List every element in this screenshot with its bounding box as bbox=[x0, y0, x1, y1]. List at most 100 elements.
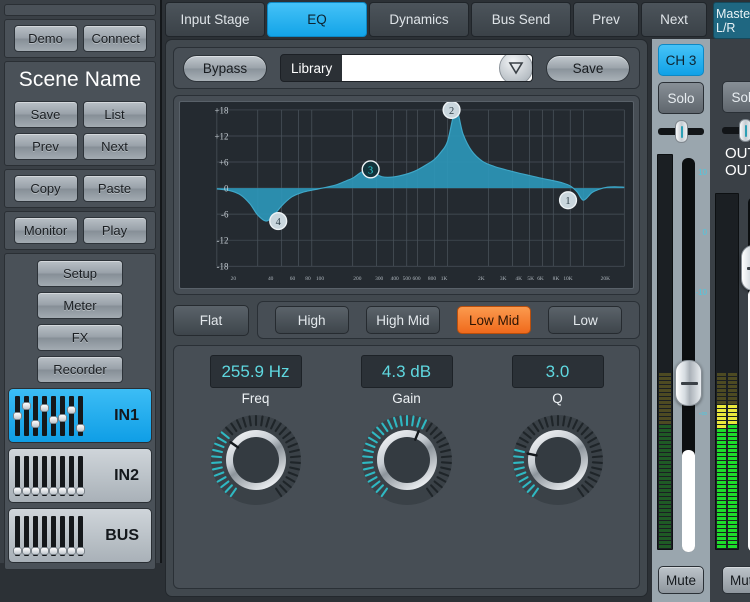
scene-name-label: Scene Name bbox=[11, 68, 149, 92]
clipboard-group: Copy Paste bbox=[4, 169, 156, 208]
svg-text:10K: 10K bbox=[563, 276, 572, 282]
chevron-down-icon[interactable] bbox=[499, 54, 533, 82]
band-high-button[interactable]: High bbox=[275, 306, 349, 334]
balance-knob[interactable] bbox=[739, 119, 750, 142]
channel-bank-bus[interactable]: BUS bbox=[8, 508, 152, 563]
q-value[interactable]: 3.0 bbox=[512, 355, 604, 388]
sidebar: Demo Connect Scene Name Save List Prev N… bbox=[0, 0, 162, 563]
band-high-mid-button[interactable]: High Mid bbox=[366, 306, 440, 334]
mini-faders-icon bbox=[15, 455, 83, 497]
meter-segment bbox=[717, 481, 737, 484]
library-selector[interactable]: Library bbox=[280, 54, 533, 82]
pan-knob[interactable] bbox=[675, 120, 688, 143]
channel-pan-slider[interactable] bbox=[658, 122, 704, 140]
setup-button[interactable]: Setup bbox=[37, 260, 123, 287]
channel-bank-label: IN1 bbox=[114, 407, 139, 425]
meter-segment bbox=[717, 469, 737, 472]
eq-panel: Bypass Library Save bbox=[165, 39, 648, 597]
meter-segment bbox=[659, 389, 671, 392]
meter-segment bbox=[659, 517, 671, 520]
master-fader-area: 10 0 -10 -∞ bbox=[710, 185, 750, 560]
tab-next[interactable]: Next bbox=[641, 2, 707, 37]
master-solo-button[interactable]: Solo bbox=[722, 81, 750, 113]
svg-text:3K: 3K bbox=[500, 276, 507, 282]
meter-segment bbox=[717, 473, 737, 476]
meter-segment bbox=[659, 461, 671, 464]
bypass-button[interactable]: Bypass bbox=[183, 55, 267, 82]
library-value-field[interactable] bbox=[342, 55, 532, 81]
save-button[interactable]: Save bbox=[546, 55, 630, 82]
meter-segment bbox=[659, 529, 671, 532]
meter-segment bbox=[659, 373, 671, 376]
q-knob[interactable] bbox=[510, 412, 606, 508]
meter-segment bbox=[717, 513, 737, 516]
meter-segment bbox=[717, 545, 737, 548]
content-area: Bypass Library Save bbox=[162, 39, 750, 602]
channel-select-button[interactable]: CH 3 bbox=[658, 44, 704, 76]
meter-segment bbox=[659, 409, 671, 412]
scene-list-button[interactable]: List bbox=[83, 101, 147, 128]
tab-bar: Input Stage EQ Dynamics Bus Send Prev Ne… bbox=[162, 0, 750, 39]
tab-input-stage[interactable]: Input Stage bbox=[165, 2, 265, 37]
tab-prev[interactable]: Prev bbox=[573, 2, 639, 37]
band-low-button[interactable]: Low bbox=[548, 306, 622, 334]
meter-segment bbox=[717, 421, 737, 424]
meter-segment bbox=[659, 521, 671, 524]
meter-segment bbox=[659, 485, 671, 488]
meter-segment bbox=[717, 441, 737, 444]
tab-bus-send[interactable]: Bus Send bbox=[471, 2, 571, 37]
freq-value[interactable]: 255.9 Hz bbox=[210, 355, 302, 388]
scene-next-button[interactable]: Next bbox=[83, 133, 147, 160]
svg-text:800: 800 bbox=[428, 276, 436, 282]
band-low-mid-button[interactable]: Low Mid bbox=[457, 306, 531, 334]
connect-button[interactable]: Connect bbox=[83, 25, 147, 52]
tab-master-lr[interactable]: Master L/R bbox=[713, 2, 750, 39]
gain-knob[interactable] bbox=[359, 412, 455, 508]
svg-text:+18: +18 bbox=[215, 105, 229, 115]
play-button[interactable]: Play bbox=[83, 217, 147, 244]
meter-segment bbox=[659, 481, 671, 484]
meter-segment bbox=[659, 545, 671, 548]
copy-button[interactable]: Copy bbox=[14, 175, 78, 202]
fx-button[interactable]: FX bbox=[37, 324, 123, 351]
meter-segment bbox=[659, 385, 671, 388]
svg-text:2: 2 bbox=[449, 106, 454, 117]
gain-value[interactable]: 4.3 dB bbox=[361, 355, 453, 388]
scene-save-button[interactable]: Save bbox=[14, 101, 78, 128]
paste-button[interactable]: Paste bbox=[83, 175, 147, 202]
meter-segment bbox=[717, 537, 737, 540]
svg-text:1K: 1K bbox=[441, 276, 448, 282]
monitor-button[interactable]: Monitor bbox=[14, 217, 78, 244]
transport-group: Monitor Play bbox=[4, 211, 156, 250]
freq-control: 255.9 Hz Freq bbox=[180, 355, 331, 582]
meter-segment bbox=[659, 505, 671, 508]
freq-knob[interactable] bbox=[208, 412, 304, 508]
gain-control: 4.3 dB Gain bbox=[331, 355, 482, 582]
meter-segment bbox=[659, 533, 671, 536]
meter-segment bbox=[717, 501, 737, 504]
tab-dynamics[interactable]: Dynamics bbox=[369, 2, 469, 37]
scene-prev-button[interactable]: Prev bbox=[14, 133, 78, 160]
channel-fader-scale: 10 0 -10 -∞ bbox=[686, 154, 708, 550]
meter-segment bbox=[659, 417, 671, 420]
master-balance-slider[interactable] bbox=[722, 121, 750, 139]
meter-segment bbox=[717, 437, 737, 440]
meter-segment bbox=[717, 493, 737, 496]
eq-graph[interactable]: +18+12+60-6-12-1820406080100200300400500… bbox=[179, 101, 634, 289]
meter-segment bbox=[659, 393, 671, 396]
meter-segment bbox=[659, 465, 671, 468]
master-mute-button[interactable]: Mute bbox=[722, 566, 750, 594]
master-fader-knob[interactable] bbox=[741, 245, 750, 291]
flat-button[interactable]: Flat bbox=[173, 305, 249, 336]
svg-text:6K: 6K bbox=[537, 276, 544, 282]
tab-eq[interactable]: EQ bbox=[267, 2, 367, 37]
meter-button[interactable]: Meter bbox=[37, 292, 123, 319]
channel-mute-button[interactable]: Mute bbox=[658, 566, 704, 594]
svg-text:4K: 4K bbox=[515, 276, 522, 282]
demo-button[interactable]: Demo bbox=[14, 25, 78, 52]
channel-solo-button[interactable]: Solo bbox=[658, 82, 704, 114]
channel-bank-in2[interactable]: IN2 bbox=[8, 448, 152, 503]
recorder-button[interactable]: Recorder bbox=[37, 356, 123, 383]
channel-bank-in1[interactable]: IN1 bbox=[8, 388, 152, 443]
channel-strip-ch3: CH 3 Solo 10 bbox=[652, 39, 710, 602]
